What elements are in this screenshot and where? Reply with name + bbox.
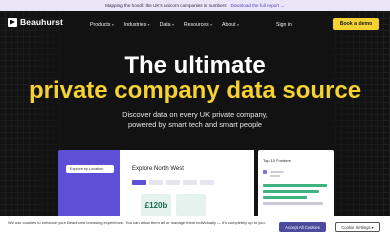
funder-bar	[263, 184, 327, 187]
chevron-down-icon: ▾	[371, 224, 374, 230]
chevron-down-icon: ▾	[172, 23, 174, 27]
nav-label: Resources	[183, 22, 209, 28]
book-demo-button[interactable]: Book a demo	[333, 18, 379, 30]
funder-name-line	[270, 175, 280, 177]
value-tile: £120b	[141, 194, 171, 216]
sign-in-link[interactable]: Sign in	[276, 22, 292, 28]
cookie-settings-button[interactable]: Cookie Settings ▾	[335, 222, 380, 232]
announcement-bar: Mapping the hoodl: the UK's unicorn comp…	[0, 0, 390, 11]
nav-item-about[interactable]: About ▾	[222, 22, 239, 28]
hero-subtitle-line1: Discover data on every UK private compan…	[122, 110, 268, 119]
preview-tab	[149, 180, 163, 185]
nav-item-industries[interactable]: Industries ▾	[124, 22, 150, 28]
nav-label: Industries	[123, 22, 147, 28]
funder-bar	[263, 196, 307, 199]
announcement-link[interactable]: Download the full report →	[231, 3, 285, 8]
accept-cookies-button[interactable]: Accept All Cookies	[279, 222, 326, 232]
chevron-down-icon: ▾	[111, 23, 114, 27]
nav-item-data[interactable]: Data ▾	[160, 22, 174, 28]
nav-label: About	[222, 22, 236, 28]
nav-label: Data	[159, 22, 171, 28]
cookie-settings-label: Cookie Settings	[341, 224, 371, 230]
funder-bar	[263, 190, 319, 193]
preview-tab	[132, 180, 146, 185]
funder-bar	[263, 202, 323, 205]
brand-name: Beauhurst	[20, 17, 63, 27]
preview-tab	[166, 180, 180, 185]
brand-logo[interactable]: Beauhurst	[8, 17, 63, 27]
announcement-text: Mapping the hoodl: the UK's unicorn comp…	[105, 3, 227, 8]
logo-icon	[8, 17, 17, 27]
nav-item-products[interactable]: Products ▾	[90, 22, 114, 28]
preview-tabs	[132, 180, 214, 185]
funder-chip	[263, 170, 267, 174]
chevron-down-icon: ▾	[147, 23, 150, 27]
nav-label: Products	[90, 22, 111, 28]
hero-subtitle: Discover data on every UK private compan…	[0, 110, 390, 130]
funders-title: Top 10 Funders	[263, 158, 291, 163]
hero-subtitle-line2: powered by smart tech and smart people	[128, 120, 262, 129]
hero-title-line1: The ultimate	[124, 52, 266, 79]
hero-title-line2: private company data source	[28, 77, 362, 104]
funder-name-line	[270, 171, 284, 173]
explore-location-pill: Explore by Location	[66, 165, 114, 173]
value-tile-secondary	[176, 194, 206, 216]
chevron-down-icon: ▾	[237, 23, 239, 27]
chevron-down-icon: ▾	[210, 23, 212, 27]
preview-tab	[183, 180, 197, 185]
main-nav: Products ▾ Industries ▾ Data ▾ Resources…	[90, 22, 249, 28]
nav-item-resources[interactable]: Resources ▾	[184, 22, 212, 28]
preview-tab	[200, 180, 214, 185]
cookie-text: We use cookies to enhance your Beauhurst…	[8, 220, 266, 225]
preview-card-title: Explore North West	[132, 166, 184, 172]
